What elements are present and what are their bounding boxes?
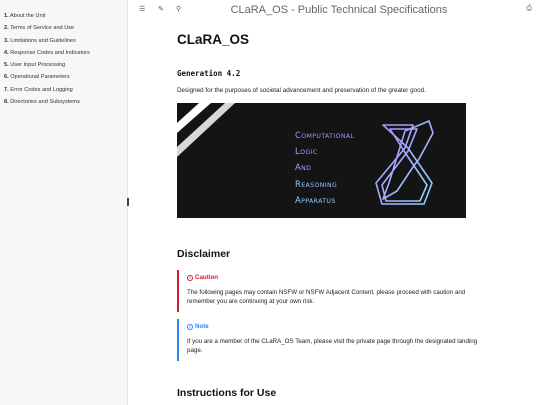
nav-number: 7.: [4, 86, 9, 93]
top-bar: ☰ ✎ ⚲ CLaRA_OS - Public Technical Specif…: [129, 0, 540, 22]
page-title: CLaRA_OS: [177, 32, 250, 47]
sidebar-item-user-input[interactable]: 5. User Input Processing: [0, 59, 127, 71]
nav-label: User Input Processing: [10, 62, 66, 69]
sidebar-resize-handle[interactable]: [127, 198, 129, 206]
nav-label: Terms of Service and Use: [10, 25, 75, 32]
nav-number: 8.: [4, 99, 9, 106]
nav-label: About the Unit: [9, 13, 46, 19]
sidebar-item-response-codes[interactable]: 4. Response Codes and Indicators: [0, 47, 127, 59]
tagline: Designed for the purposes of societal ad…: [177, 87, 426, 94]
generation-subtitle: Generation 4.2: [177, 69, 241, 78]
disclaimer-heading: Disclaimer: [177, 248, 231, 260]
search-icon[interactable]: ⚲: [176, 5, 181, 13]
sidebar-item-about[interactable]: 1. About the Unit: [0, 10, 127, 22]
nav-number: 6.: [4, 74, 9, 81]
sidebar-item-terms[interactable]: 2. Terms of Service and Use: [0, 22, 127, 34]
nav-number: 1.: [4, 13, 9, 19]
note-callout: i Note If you are a member of the CLaRA_…: [177, 319, 493, 361]
note-label: Note: [195, 323, 209, 330]
nav-number: 4.: [4, 49, 9, 56]
banner-word: ND: [301, 165, 312, 173]
sidebar-item-limitations[interactable]: 3. Limitations and Guidelines: [0, 35, 127, 47]
nav-label: Operational Parameters: [10, 74, 70, 81]
theme-brush-icon[interactable]: ✎: [158, 5, 164, 13]
banner-word: PPARATUS: [301, 197, 336, 205]
banner-word: OMPUTATIONAL: [301, 133, 355, 140]
nav-label: Directories and Subsystems: [10, 99, 80, 106]
nav-label: Error Codes and Logging: [10, 86, 73, 93]
caution-label: Caution: [195, 274, 219, 281]
menu-icon[interactable]: ☰: [139, 5, 145, 13]
banner-word: EASONING: [301, 181, 338, 189]
caution-body: The following pages may contain NSFW or …: [187, 289, 466, 306]
clara-banner-image: COMPUTATIONAL LOGIC AND REASONING APPARA…: [177, 103, 466, 218]
note-title: i Note: [187, 323, 493, 330]
caution-callout: ! Caution The following pages may contai…: [177, 270, 493, 312]
caution-title: ! Caution: [187, 274, 493, 281]
sidebar-item-operational[interactable]: 6. Operational Parameters: [0, 71, 127, 83]
book-title: CLaRA_OS - Public Technical Specificatio…: [230, 4, 448, 16]
nav-label: Limitations and Guidelines: [10, 37, 76, 44]
instructions-heading: Instructions for Use: [177, 387, 277, 399]
caution-icon: !: [187, 274, 193, 281]
sidebar: 1. About the Unit 2. Terms of Service an…: [0, 0, 128, 405]
nav-number: 3.: [4, 37, 9, 44]
banner-word: OGIC: [300, 149, 318, 157]
nav-number: 5.: [4, 62, 9, 69]
nav-number: 2.: [4, 25, 9, 32]
sidebar-item-error-codes[interactable]: 7. Error Codes and Logging: [0, 84, 127, 96]
banner-text: COMPUTATIONAL LOGIC AND REASONING APPARA…: [295, 128, 354, 209]
info-icon: i: [187, 323, 193, 330]
nav-label: Response Codes and Indicators: [10, 49, 90, 56]
sidebar-item-directories[interactable]: 8. Directories and Subsystems: [0, 96, 127, 108]
note-body: If you are a member of the CLaRA_OS Team…: [187, 338, 478, 355]
print-icon[interactable]: ⎙: [526, 5, 532, 13]
